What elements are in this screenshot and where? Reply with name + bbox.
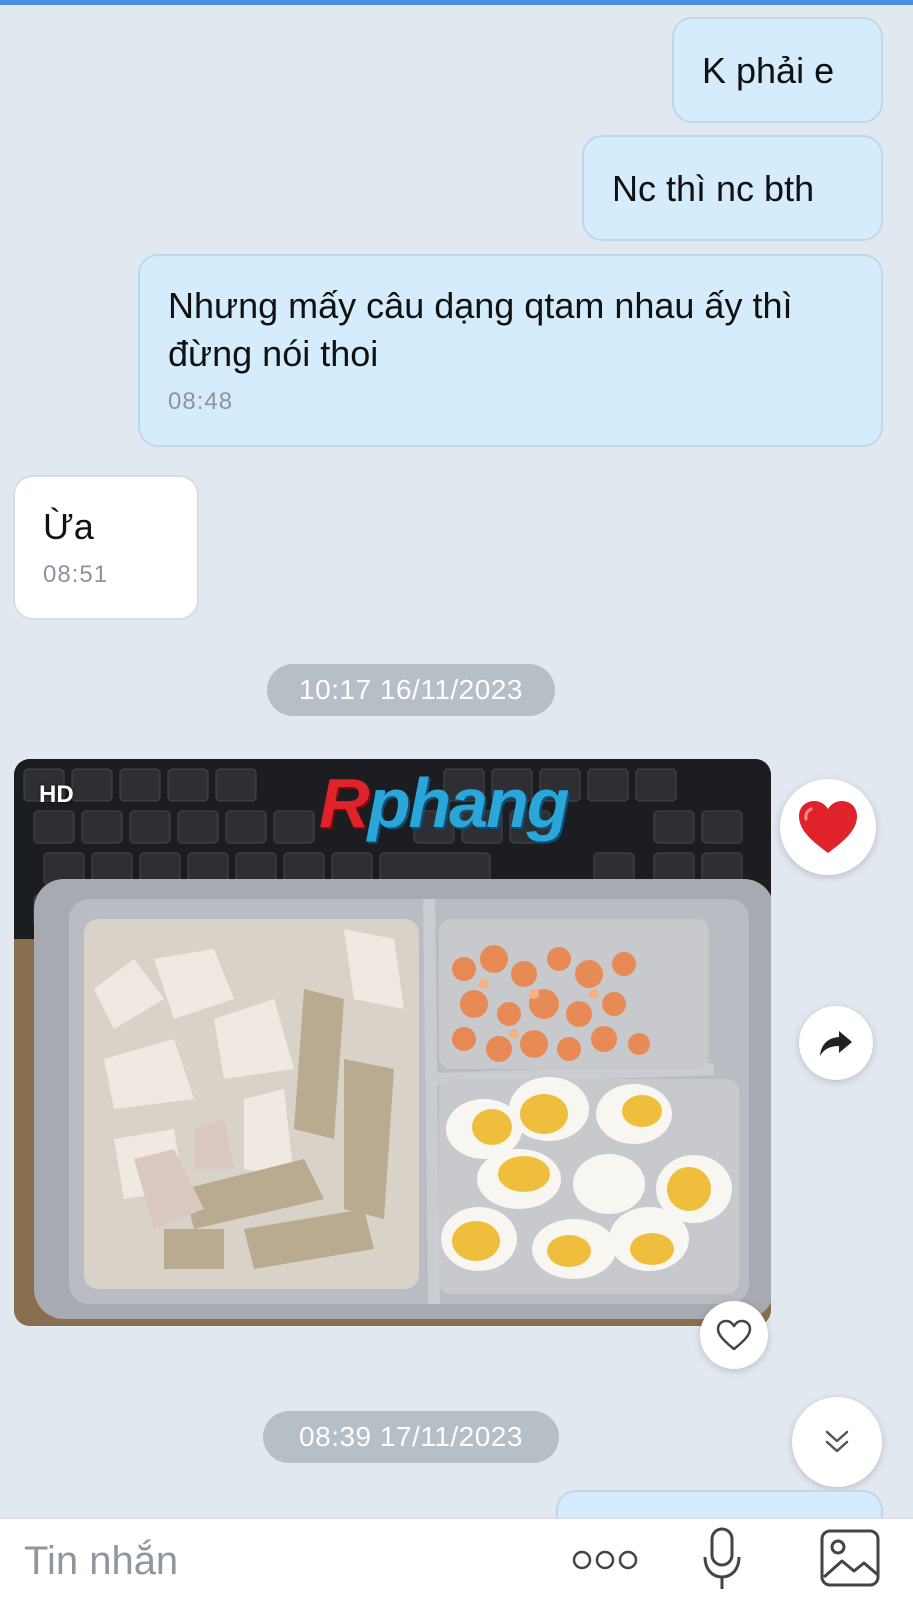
message-input[interactable] [24,1533,524,1589]
top-progress-bar [0,0,913,5]
double-chevron-down-icon [825,1430,849,1453]
message-time: 08:48 [168,388,234,415]
photo-message[interactable]: HD Rphang [14,759,771,1326]
share-arrow-icon [820,1031,852,1056]
hd-badge: HD [39,781,74,808]
heart-outline-icon [716,1319,752,1351]
message-bubble-outgoing[interactable]: K phải e [672,17,883,123]
microphone-icon[interactable] [702,1527,742,1596]
message-text: Ừa [43,506,94,547]
message-text: Nc thì nc bth [612,168,815,209]
message-bubble-outgoing[interactable]: Nc thì nc bth [582,135,883,241]
share-button[interactable] [799,1006,873,1080]
food-photo-image [14,759,771,1326]
date-separator: 08:39 17/11/2023 [263,1411,559,1463]
image-icon[interactable] [820,1529,880,1592]
heart-icon [799,801,857,853]
message-text: Nhưng mấy câu dạng qtam nhau ấy thì đừng… [168,285,793,374]
date-separator: 10:17 16/11/2023 [267,664,555,716]
message-bubble-outgoing[interactable]: Nhưng mấy câu dạng qtam nhau ấy thì đừng… [138,254,883,447]
watermark-rest: phang [367,764,570,842]
scroll-to-bottom-button[interactable] [792,1397,882,1487]
reaction-heart-button[interactable] [780,779,876,875]
message-composer [0,1518,913,1600]
like-button[interactable] [700,1301,768,1369]
more-dots-icon[interactable] [572,1549,638,1576]
photo-watermark: Rphang [319,763,570,843]
message-time: 08:51 [43,561,109,588]
message-bubble-incoming[interactable]: Ừa 08:51 [13,475,199,620]
message-text: K phải e [702,50,835,91]
watermark-first-letter: R [319,764,370,842]
